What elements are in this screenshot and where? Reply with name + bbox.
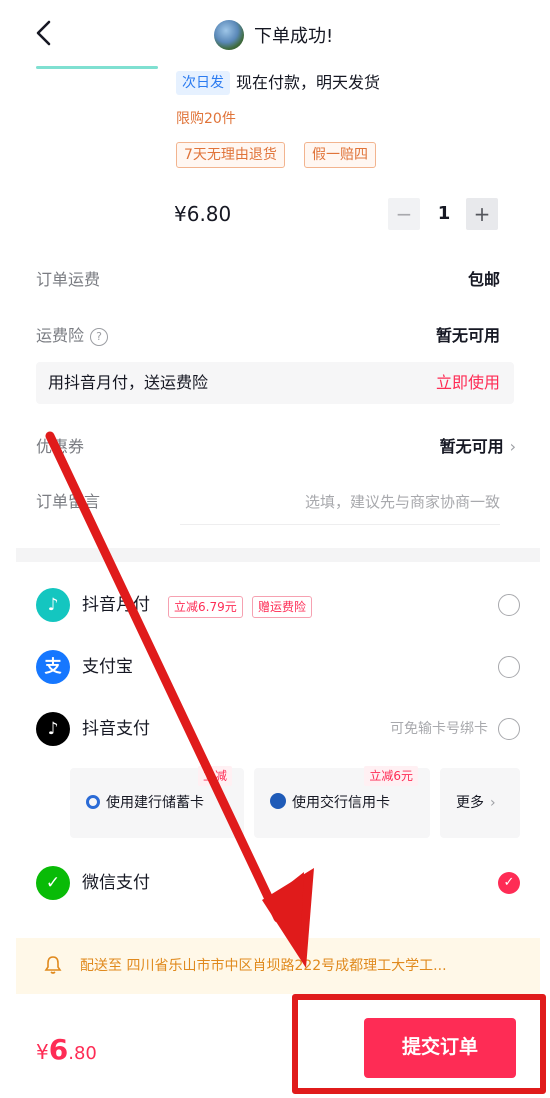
delivery-address-bar[interactable]: 配送至 四川省乐山市市中区肖坝路222号成都理工大学工... [16, 938, 540, 994]
more-cards: 更多 › [456, 792, 496, 814]
pay-label: 抖音月付 [82, 595, 150, 615]
card-label-text: 使用建行储蓄卡 [106, 795, 204, 811]
card-ccb-label: 使用建行储蓄卡 [86, 792, 204, 814]
shipping-fee-label: 订单运费 [36, 270, 101, 289]
card-discount-badge: 立减 [197, 766, 232, 786]
quantity-value: 1 [437, 203, 451, 224]
pay-option-monthly[interactable]: ♪ 抖音月付 立减6.79元 赠运费险 [36, 586, 520, 626]
ship-text: 现在付款，明天发货 [236, 73, 381, 92]
next-day-ship-tag: 次日发 [176, 71, 230, 95]
coupon-label: 优惠券 [36, 437, 85, 456]
pay-option-douyin[interactable]: ♪ 抖音支付 可免输卡号绑卡 [36, 710, 520, 750]
insurance-badge: 赠运费险 [252, 596, 313, 618]
monthly-pay-promo[interactable]: 用抖音月付，送运费险 立即使用 [36, 362, 514, 404]
remark-input[interactable]: 选填，建议先与商家协商一致 [305, 490, 500, 514]
quantity-plus-button[interactable]: + [466, 198, 498, 230]
remark-underline [180, 524, 500, 525]
total-integer: 6 [48, 1033, 69, 1066]
header-title-group: 下单成功! [214, 20, 333, 50]
radio-monthly[interactable] [498, 594, 520, 616]
remark-label: 订单留言 [36, 492, 101, 511]
bell-icon [44, 956, 62, 974]
top-bar: 下单成功! [0, 0, 550, 66]
card-label-text: 使用交行信用卡 [292, 795, 390, 811]
card-more[interactable]: 更多 › [440, 768, 520, 838]
purchase-limit: 限购20件 [176, 111, 236, 127]
use-now-link[interactable]: 立即使用 [436, 371, 500, 395]
chevron-right-icon: › [509, 437, 516, 456]
radio-douyin[interactable] [498, 718, 520, 740]
alipay-icon: 支 [36, 650, 70, 684]
currency-symbol: ¥ [36, 1040, 49, 1064]
total-price: ¥6.80 [36, 1034, 97, 1070]
card-bocom[interactable]: 立减6元 使用交行信用卡 [254, 766, 430, 838]
page-title: 下单成功! [254, 26, 334, 47]
douyin-icon: ♪ [36, 712, 70, 746]
unit-price: ¥6.80 [174, 202, 232, 226]
pay-label: 支付宝 [82, 657, 133, 677]
douyin-monthly-icon: ♪ [36, 588, 70, 622]
radio-alipay[interactable] [498, 656, 520, 678]
bocom-bank-icon [270, 793, 286, 809]
pay-label: 抖音支付 [82, 719, 150, 739]
insurance-label: 运费险 [36, 326, 85, 345]
quantity-minus-button[interactable]: − [388, 198, 420, 230]
chevron-right-icon: › [490, 795, 496, 811]
promo-text: 用抖音月付，送运费险 [48, 373, 209, 392]
insurance-row: 运费险? [36, 324, 109, 348]
insurance-value: 暂无可用 [435, 326, 500, 345]
more-label: 更多 [456, 795, 484, 811]
pay-option-alipay[interactable]: 支 支付宝 [36, 648, 520, 688]
total-decimal: .80 [68, 1043, 97, 1064]
annotation-highlight-box [292, 994, 546, 1094]
pay-option-wechat[interactable]: ✓ 微信支付 ✓ [36, 864, 520, 904]
shop-avatar [214, 20, 244, 50]
card-bocom-label: 使用交行信用卡 [270, 792, 390, 814]
card-ccb[interactable]: 立减 使用建行储蓄卡 [70, 766, 244, 838]
delivery-address-text: 配送至 四川省乐山市市中区肖坝路222号成都理工大学工... [80, 958, 447, 974]
card-discount-badge: 立减6元 [364, 766, 418, 786]
coupon-value: 暂无可用 [439, 437, 504, 456]
chevron-left-icon[interactable] [30, 18, 60, 48]
coupon-row-value[interactable]: 暂无可用 › [440, 435, 516, 459]
help-icon[interactable]: ? [90, 327, 109, 346]
service-tag-return: 7天无理由退货 [176, 142, 285, 168]
shipping-fee-value: 包邮 [467, 270, 500, 289]
pay-label: 微信支付 [82, 873, 150, 893]
radio-wechat-checked[interactable]: ✓ [498, 872, 520, 894]
product-image-edge [36, 66, 158, 69]
section-divider [16, 548, 540, 562]
discount-badge: 立减6.79元 [168, 596, 243, 618]
bind-card-hint: 可免输卡号绑卡 [390, 721, 488, 737]
service-tag-genuine: 假一赔四 [304, 142, 376, 168]
wechat-pay-icon: ✓ [36, 866, 70, 900]
ccb-bank-icon [86, 795, 100, 809]
